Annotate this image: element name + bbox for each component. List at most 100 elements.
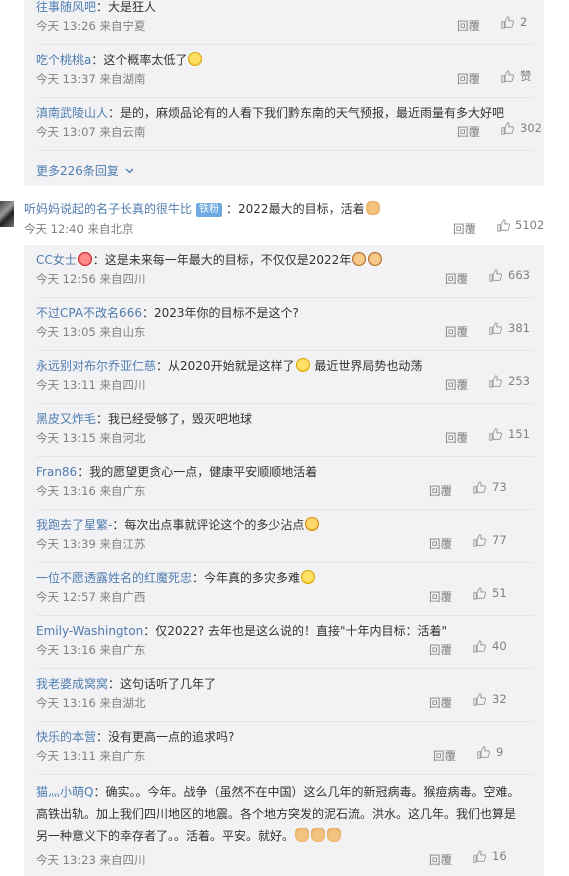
cat-emoji-icon (352, 252, 367, 266)
reply-location: 来自河北 (99, 431, 146, 445)
thumbs-up-icon (501, 69, 514, 83)
like-button[interactable]: 151 (489, 427, 530, 441)
like-count: 253 (508, 374, 530, 388)
reply-item: 永远别对布尔乔亚仁慈：从2020开始就是这样了 最近世界局势也动荡 今天 13:… (24, 351, 544, 404)
reply-time: 今天 13:16 (36, 484, 96, 498)
like-count: 40 (492, 639, 507, 653)
thumbs-up-icon (489, 268, 502, 282)
reply-button[interactable]: 回覆 (445, 430, 468, 446)
comment-username[interactable]: 听妈妈说起的名子长真的很牛比 (24, 202, 192, 216)
reply-location: 来自四川 (99, 272, 146, 286)
reply-username[interactable]: 一位不愿透露姓名的红魔死忠 (36, 571, 192, 585)
like-button[interactable]: 32 (473, 692, 507, 706)
thumbs-up-icon (473, 533, 486, 547)
reply-text: 确实。。今年。战争（虽然不在中国）这么几年的新冠病毒。猴痘病毒。空难。高铁出轨。… (36, 785, 520, 843)
reply-item: 往事随风吧：大是狂人 今天 13:26 来自宁夏 回覆 2 (24, 0, 544, 45)
crying-emoji-icon (188, 52, 203, 66)
reply-location: 来自云南 (99, 125, 146, 139)
pray-emoji-icon (327, 828, 342, 842)
reply-button[interactable]: 回覆 (429, 483, 452, 499)
thumbs-up-icon (497, 218, 510, 232)
like-button[interactable]: 5102 (497, 218, 544, 232)
more-replies-link[interactable]: 更多226条回复 (36, 162, 134, 179)
like-button[interactable]: 赞 (501, 68, 532, 84)
comment-location: 来自北京 (87, 222, 134, 236)
shocked-emoji-icon (305, 517, 320, 531)
thumbs-up-icon (473, 849, 486, 863)
like-count: 73 (492, 480, 507, 494)
reply-username[interactable]: 快乐的本营 (36, 730, 96, 744)
reply-button[interactable]: 回覆 (429, 852, 452, 868)
reply-time: 今天 13:39 (36, 537, 96, 551)
avatar[interactable] (0, 201, 14, 227)
reply-username[interactable]: 永远别对布尔乔亚仁慈 (36, 359, 156, 373)
like-button[interactable]: 51 (473, 586, 507, 600)
reply-button[interactable]: 回覆 (457, 124, 480, 140)
reply-time: 今天 13:26 (36, 19, 96, 33)
reply-username[interactable]: 猫灬小萌Q (36, 785, 93, 799)
reply-username[interactable]: 我老婆成窝窝 (36, 677, 108, 691)
thumbs-up-icon (473, 692, 486, 706)
reply-item: 一位不愿透露姓名的红魔死忠：今年真的多灾多难 今天 12:57 来自广西 回覆 … (24, 563, 544, 616)
reply-username[interactable]: 吃个桃桃a (36, 53, 91, 67)
reply-button[interactable]: 回覆 (429, 695, 452, 711)
reply-text: 2023年你的目标不是这个? (153, 306, 299, 320)
reply-username[interactable]: 滇南武陵山人 (36, 106, 108, 120)
reply-location: 来自广东 (99, 749, 146, 763)
like-button[interactable]: 253 (489, 374, 530, 388)
reply-button[interactable]: 回覆 (429, 642, 452, 658)
reply-time: 今天 13:05 (36, 325, 96, 339)
reply-item: Fran86：我的愿望更贪心一点，健康平安顺顺地活着 今天 13:16 来自广东… (24, 457, 544, 510)
reply-item: 猫灬小萌Q：确实。。今年。战争（虽然不在中国）这么几年的新冠病毒。猴痘病毒。空难… (36, 785, 520, 868)
reply-button[interactable]: 回覆 (429, 589, 452, 605)
comment-item: 听妈妈说起的名子长真的很牛比 铁粉 ：2022最大的目标，活着 今天 12:40 来… (0, 193, 569, 245)
like-button[interactable]: 16 (473, 849, 507, 863)
thumbs-up-icon (501, 15, 514, 29)
reply-username[interactable]: 往事随风吧 (36, 0, 96, 14)
reply-button[interactable]: 回覆 (429, 536, 452, 552)
reply-button[interactable]: 回覆 (445, 271, 468, 287)
pray-emoji-icon (311, 828, 326, 842)
reply-text: 仅2022? 去年也是这么说的！直接"十年内目标：活着" (155, 624, 447, 638)
reply-button[interactable]: 回覆 (445, 377, 468, 393)
reply-location: 来自湖北 (99, 696, 146, 710)
reply-location: 来自宁夏 (99, 19, 146, 33)
thumbs-up-icon (489, 321, 502, 335)
comment-text: 2022最大的目标，活着 (238, 202, 365, 216)
reply-location: 来自四川 (99, 378, 146, 392)
reply-username[interactable]: Emily-Washington (36, 624, 143, 638)
thumbs-up-icon (477, 745, 490, 759)
reply-time: 今天 12:56 (36, 272, 96, 286)
reply-username[interactable]: CC女士 (36, 253, 77, 267)
reply-item: 我老婆成窝窝：这句话听了几年了 今天 13:16 来自湖北 回覆 32 (24, 669, 544, 722)
like-button[interactable]: 40 (473, 639, 507, 653)
cat-emoji-icon (368, 252, 383, 266)
like-button[interactable]: 381 (489, 321, 530, 335)
reply-username[interactable]: 黑皮又炸毛 (36, 412, 96, 426)
like-button[interactable]: 9 (477, 745, 503, 759)
like-button[interactable]: 663 (489, 268, 530, 282)
reply-button[interactable]: 回覆 (453, 221, 476, 237)
like-button[interactable]: 73 (473, 480, 507, 494)
reply-text-cont: 最近世界局势也动荡 (314, 359, 423, 373)
reply-button[interactable]: 回覆 (433, 748, 456, 764)
reply-item: Emily-Washington：仅2022? 去年也是这么说的！直接"十年内目… (24, 616, 544, 669)
reply-button[interactable]: 回覆 (457, 71, 480, 87)
chevron-down-icon (125, 168, 134, 173)
like-count: 9 (496, 745, 504, 759)
reply-button[interactable]: 回覆 (445, 324, 468, 340)
like-count: 赞 (520, 69, 532, 83)
reply-text: 这句话听了几年了 (120, 677, 217, 691)
reply-text: 是的，麻烦品论有的人看下我们黔东南的天气预报，最近雨量有多大好吧 (120, 106, 505, 120)
reply-username[interactable]: Fran86 (36, 465, 77, 479)
reply-username[interactable]: 我跑去了星繁- (36, 518, 112, 532)
like-count: 32 (492, 692, 507, 706)
like-button[interactable]: 302 (501, 121, 542, 135)
like-button[interactable]: 2 (501, 15, 527, 29)
reply-time: 今天 13:16 (36, 643, 96, 657)
reply-location: 来自四川 (99, 853, 146, 867)
reply-button[interactable]: 回覆 (457, 18, 480, 34)
reply-location: 来自江苏 (99, 537, 146, 551)
reply-username[interactable]: 不过CPA不改名666 (36, 306, 142, 320)
like-button[interactable]: 77 (473, 533, 507, 547)
